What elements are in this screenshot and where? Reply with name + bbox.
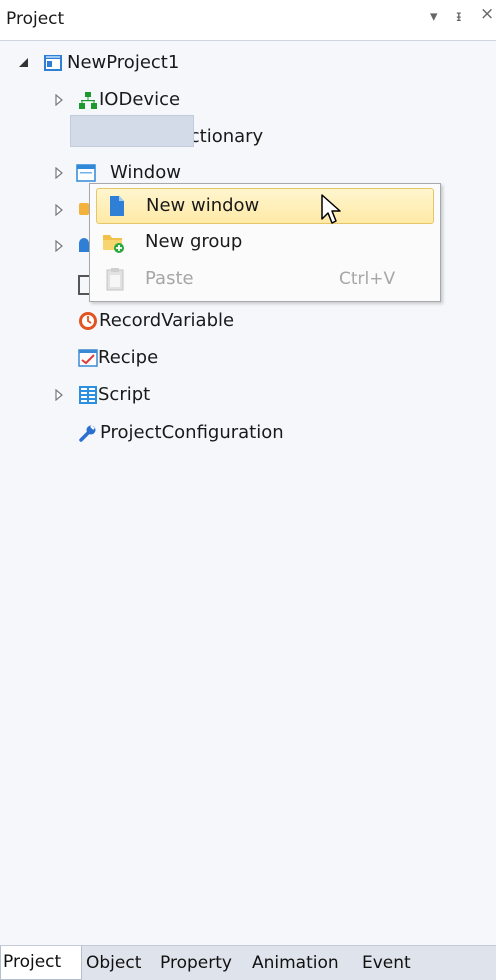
tree-node-label: Window	[110, 162, 181, 183]
selection-highlight	[70, 115, 194, 147]
tab-property[interactable]: Property	[160, 953, 232, 973]
menu-item-label: Paste	[145, 268, 194, 289]
tab-event[interactable]: Event	[362, 953, 411, 973]
expand-icon[interactable]	[55, 204, 63, 216]
project-icon	[44, 55, 62, 71]
tree-node-hidden-2[interactable]	[0, 231, 90, 261]
new-window-icon	[110, 196, 124, 216]
tab-object[interactable]: Object	[86, 953, 141, 973]
menu-item-label: New group	[145, 231, 243, 252]
panel-title: Project	[6, 9, 65, 29]
tab-label: Project	[3, 952, 62, 972]
expand-icon[interactable]	[55, 389, 63, 401]
tree-node-label: ProjectConfiguration	[100, 422, 284, 443]
tree-node-label: RecordVariable	[99, 310, 235, 331]
tab-animation[interactable]: Animation	[252, 953, 339, 973]
network-icon	[79, 92, 97, 109]
mouse-cursor-icon	[321, 194, 341, 224]
tree-node-projectconfiguration[interactable]: ProjectConfiguration	[0, 418, 340, 448]
tab-project[interactable]: Project	[0, 946, 82, 980]
expand-icon[interactable]	[55, 94, 63, 106]
wrench-icon	[79, 425, 96, 442]
menu-item-new-group[interactable]: New group	[90, 225, 440, 261]
tree-node-recipe[interactable]: Recipe	[0, 343, 300, 373]
clock-icon	[79, 312, 97, 330]
tree-node-script[interactable]: Script	[0, 380, 300, 410]
context-menu: New window New group Paste Ctrl+V	[89, 183, 441, 302]
close-icon[interactable]: ×	[480, 5, 494, 23]
tree-node-label: Script	[98, 384, 151, 405]
dropdown-icon[interactable]: ▾	[430, 7, 438, 25]
pin-icon[interactable]: ᵻ	[456, 7, 462, 25]
panel-titlebar: Project ▾ ᵻ ×	[0, 0, 496, 41]
tree-node-recordvariable[interactable]: RecordVariable	[0, 306, 300, 336]
partial-icon	[79, 203, 89, 215]
recipe-icon	[78, 349, 98, 367]
folder-icon	[103, 235, 124, 253]
partial-icon	[79, 238, 89, 252]
window-icon	[76, 164, 96, 182]
tree-node-iodevice[interactable]: IODevice	[0, 85, 300, 115]
expand-icon[interactable]	[55, 240, 63, 252]
tree-node-hidden-1[interactable]	[0, 195, 90, 225]
menu-item-label: New window	[146, 195, 260, 216]
script-icon	[79, 386, 97, 404]
bottom-tab-bar: Project Object Property Animation Event	[0, 945, 496, 980]
tree-node-label: NewProject1	[67, 52, 180, 73]
paste-icon	[106, 268, 124, 291]
tree-node-root[interactable]: NewProject1	[0, 48, 300, 78]
expand-icon[interactable]	[55, 167, 63, 179]
tree-node-label: IODevice	[99, 89, 181, 110]
menu-item-paste[interactable]: Paste Ctrl+V	[90, 262, 440, 298]
menu-item-shortcut: Ctrl+V	[339, 269, 396, 289]
collapse-icon[interactable]	[19, 58, 28, 67]
tree-node-label: Recipe	[98, 347, 159, 368]
tree-node-hidden-3[interactable]	[0, 268, 90, 298]
menu-item-new-window[interactable]: New window	[96, 188, 434, 224]
